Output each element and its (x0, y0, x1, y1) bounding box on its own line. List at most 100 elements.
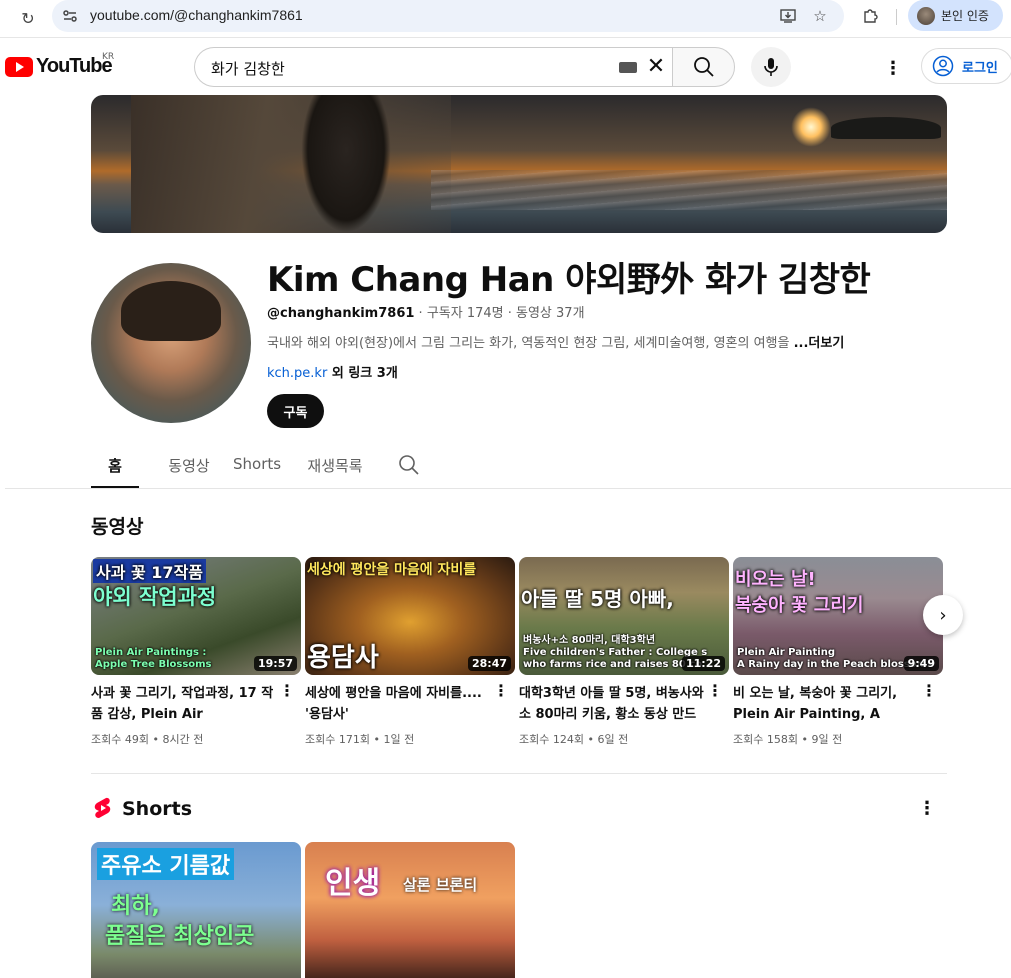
install-app-icon[interactable] (778, 6, 798, 26)
channel-title: Kim Chang Han 야외野外 화가 김창한 (267, 260, 871, 300)
more-vert-icon[interactable]: ⋮ (918, 798, 936, 819)
search-value: 화가 김창한 (211, 60, 285, 78)
video-meta: 조회수 124회 • 6일 전 (519, 733, 629, 746)
short-card[interactable]: 인생 살론 브론티 (305, 842, 515, 978)
video-thumbnail[interactable]: 세상에 평안을 마음에 자비를 용담사 28:47 (305, 557, 515, 675)
video-meta: 조회수 171회 • 1일 전 (305, 733, 415, 746)
address-bar[interactable]: youtube.com/@changhankim7861 ☆ (52, 0, 844, 32)
video-thumbnail[interactable]: 아들 딸 5명 아빠, 벼농사+소 80마리, 대학3학년 Five child… (519, 557, 729, 675)
banner-painting-area (131, 95, 451, 233)
video-card[interactable]: 세상에 평안을 마음에 자비를 용담사 28:47 세상에 평안을 마음에 자비… (305, 557, 515, 747)
video-card[interactable]: 아들 딸 5명 아빠, 벼농사+소 80마리, 대학3학년 Five child… (519, 557, 729, 747)
carousel-next-button[interactable]: › (923, 595, 963, 635)
channel-link[interactable]: kch.pe.kr (267, 366, 327, 381)
search-button[interactable] (672, 47, 735, 87)
channel-links: kch.pe.kr 외 링크 3개 (267, 362, 398, 381)
video-meta: 조회수 158회 • 9일 전 (733, 733, 843, 746)
tab-shorts[interactable]: Shorts (233, 445, 281, 488)
avatar-hair (121, 281, 221, 341)
video-title[interactable]: 대학3학년 아들 딸 5명, 벼농사와 소 80마리 키움, 황소 동상 만드는… (519, 683, 707, 725)
thumbnail-caption: 야외 작업과정 (93, 585, 217, 609)
video-card[interactable]: 사과 꽃 17작품 야외 작업과정 Plein Air Paintings : … (91, 557, 301, 747)
channel-banner (91, 95, 947, 233)
account-circle-icon (932, 55, 954, 77)
meta-separator: · (503, 306, 517, 321)
banner-waves (431, 170, 947, 210)
video-card[interactable]: 비오는 날! 복숭아 꽃 그리기 Plein Air Painting A Ra… (733, 557, 943, 747)
logo-text: YouTube (36, 55, 113, 77)
youtube-logo[interactable]: YouTube (5, 55, 113, 78)
more-vert-icon[interactable]: ⋮ (707, 681, 723, 700)
thumbnail-caption: 복숭아 꽃 그리기 (735, 595, 864, 616)
video-duration: 11:22 (681, 656, 725, 671)
video-duration: 9:49 (903, 656, 939, 671)
subscribe-button[interactable]: 구독 (267, 394, 324, 428)
reload-icon[interactable]: ↻ (17, 7, 39, 29)
microphone-icon (764, 58, 778, 76)
channel-handle: @changhankim7861 (267, 306, 415, 321)
video-meta: 조회수 49회 • 8시간 전 (91, 733, 204, 746)
profile-avatar (917, 6, 935, 25)
channel-avatar[interactable] (91, 263, 251, 423)
thumbnail-caption: 세상에 평안을 마음에 자비를 (307, 562, 477, 578)
video-title[interactable]: 사과 꽃 그리기, 작업과정, 17 작품 감상, Plein Air Pain… (91, 683, 279, 725)
channel-tabs: 홈 동영상 Shorts 재생목록 (91, 445, 365, 488)
voice-search-button[interactable] (751, 47, 791, 87)
more-vert-icon[interactable]: ⋮ (881, 56, 905, 80)
search-input[interactable]: 화가 김창한 ✕ (194, 47, 672, 87)
tab-divider (5, 488, 1011, 489)
video-thumbnail[interactable]: 비오는 날! 복숭아 꽃 그리기 Plein Air Painting A Ra… (733, 557, 943, 675)
url-text: youtube.com/@changhankim7861 (90, 7, 303, 23)
banner-island (831, 117, 941, 139)
keyboard-icon[interactable] (619, 62, 637, 73)
profile-button[interactable]: 본인 인증 (908, 0, 1003, 31)
toolbar-divider (896, 9, 897, 25)
tab-videos[interactable]: 동영상 (165, 445, 213, 488)
description-text: 국내와 해외 야외(현장)에서 그림 그리는 화가, 역동적인 현장 그림, 세… (267, 336, 794, 351)
thumbnail-caption: Plein Air Paintings : Apple Tree Blossom… (95, 647, 212, 670)
more-links[interactable]: 외 링크 3개 (327, 366, 398, 381)
short-caption: 품질은 최상인곳 (105, 924, 255, 949)
short-caption: 최하, (111, 894, 160, 919)
short-caption: 살론 브론티 (403, 876, 478, 894)
more-button[interactable]: ...더보기 (794, 336, 845, 351)
youtube-header: YouTube KR 화가 김창한 ✕ ⋮ 로그인 (0, 38, 1011, 94)
chevron-right-icon: › (939, 604, 947, 626)
videos-section-title: 동영상 (91, 516, 144, 538)
thumbnail-caption: 아들 딸 5명 아빠, (521, 587, 674, 611)
puzzle-icon[interactable] (860, 6, 880, 26)
more-vert-icon[interactable]: ⋮ (921, 681, 937, 700)
shorts-logo-icon (94, 797, 111, 818)
short-caption: 인생 (325, 866, 381, 901)
meta-separator: · (414, 306, 427, 321)
more-vert-icon[interactable]: ⋮ (493, 681, 509, 700)
close-icon[interactable]: ✕ (645, 56, 667, 78)
banner-painter-figure (301, 95, 391, 233)
channel-description[interactable]: 국내와 해외 야외(현장)에서 그림 그리는 화가, 역동적인 현장 그림, 세… (267, 332, 844, 351)
region-code: KR (102, 52, 115, 62)
search-icon (693, 57, 714, 77)
more-vert-icon[interactable]: ⋮ (279, 681, 295, 700)
site-info-icon[interactable] (62, 8, 78, 24)
tab-playlists[interactable]: 재생목록 (305, 445, 365, 488)
section-divider (91, 773, 947, 774)
short-caption: 주유소 기름값 (97, 848, 235, 880)
banner-sun (791, 107, 831, 147)
video-title[interactable]: 비 오는 날, 복숭아 꽃 그리기, Plein Air Painting, A… (733, 683, 921, 725)
login-label: 로그인 (962, 60, 998, 76)
shorts-section-title: Shorts (122, 798, 193, 820)
star-icon[interactable]: ☆ (810, 6, 830, 26)
thumbnail-caption: 벼농사+소 80마리, 대학3학년 Five children's Father… (523, 635, 708, 670)
profile-label: 본인 인증 (941, 9, 989, 23)
tab-home[interactable]: 홈 (91, 445, 139, 488)
browser-toolbar: ↻ youtube.com/@changhankim7861 ☆ 본인 인증 (0, 0, 1011, 38)
short-card[interactable]: 주유소 기름값 최하, 품질은 최상인곳 (91, 842, 301, 978)
login-button[interactable]: 로그인 (921, 48, 1011, 84)
channel-search-icon[interactable] (398, 454, 420, 476)
video-thumbnail[interactable]: 사과 꽃 17작품 야외 작업과정 Plein Air Paintings : … (91, 557, 301, 675)
thumbnail-caption: 사과 꽃 17작품 (93, 559, 207, 583)
youtube-play-icon (5, 56, 33, 77)
thumbnail-caption: 용담사 (307, 643, 379, 673)
channel-meta: @changhankim7861 · 구독자 174명 · 동영상 37개 (267, 302, 585, 321)
video-title[interactable]: 세상에 평안을 마음에 자비를.... '용담사' (305, 683, 493, 725)
